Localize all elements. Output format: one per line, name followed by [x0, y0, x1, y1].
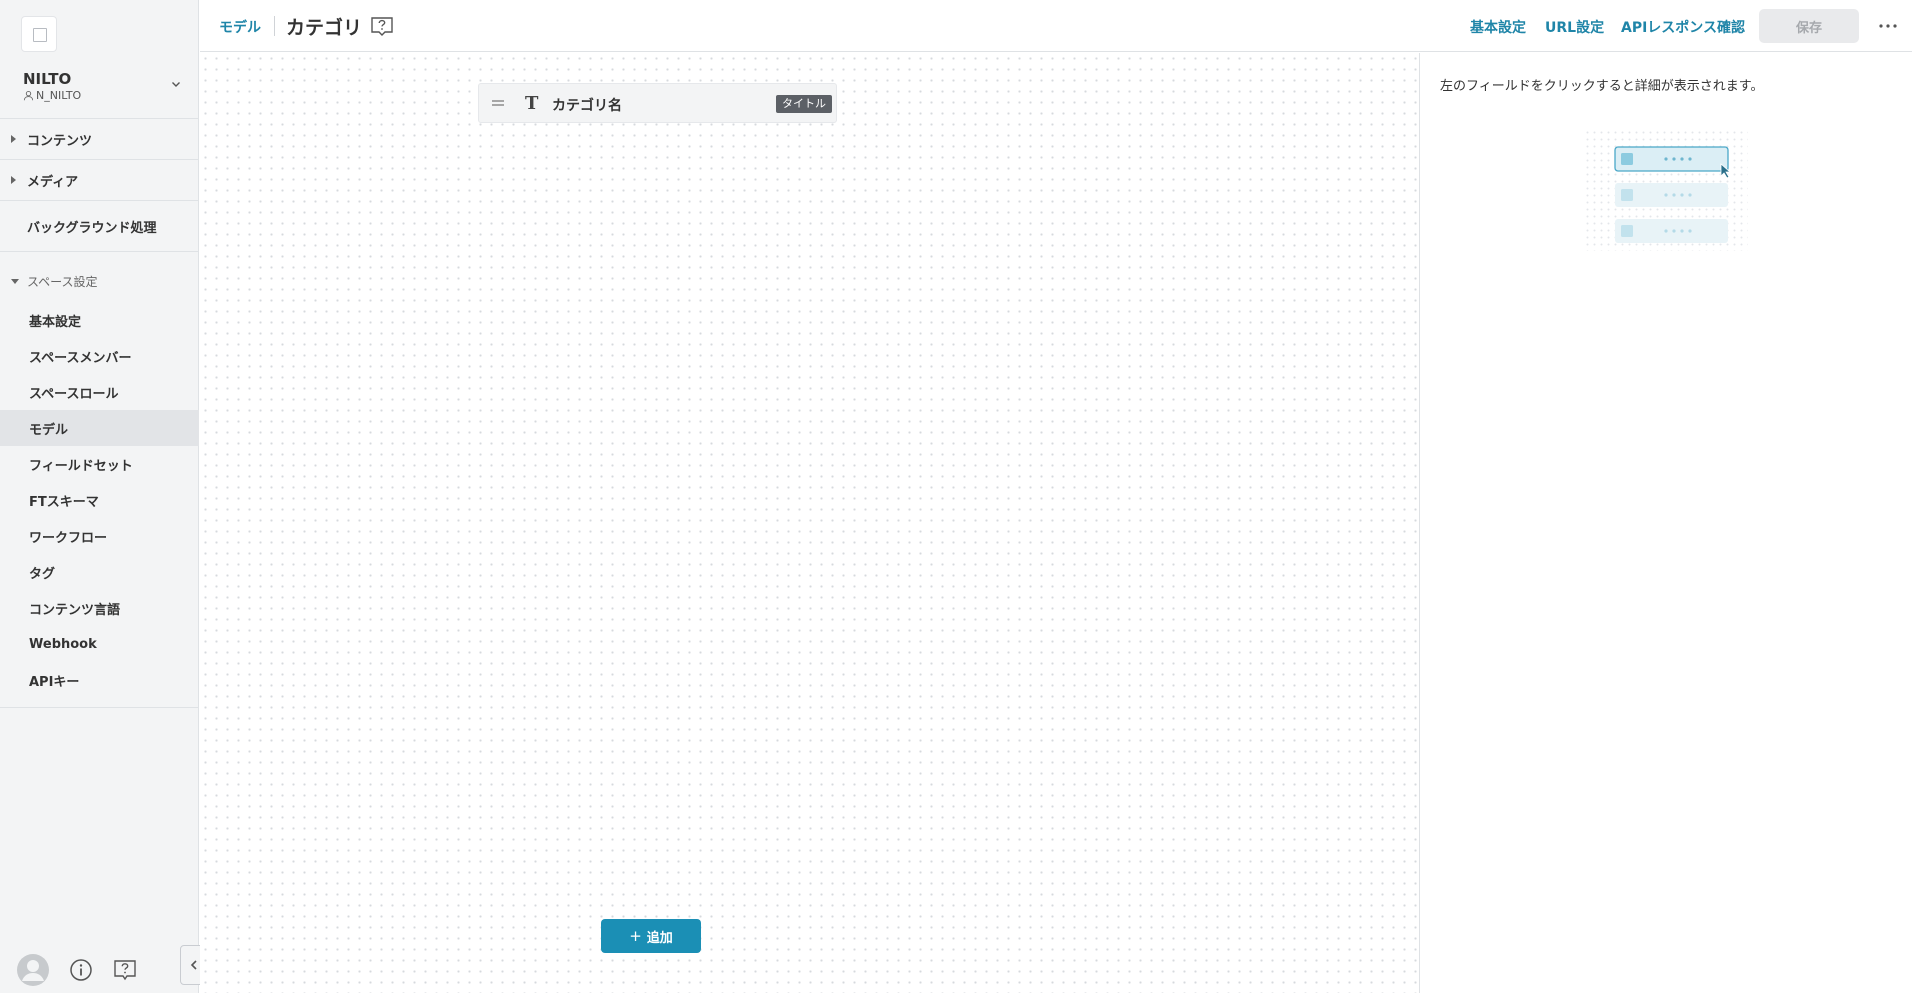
help-icon[interactable]: [370, 15, 394, 39]
nav-space-settings-label: スペース設定: [27, 274, 98, 289]
divider: [0, 200, 199, 201]
sidebar: NILTO N_NILTO コンテンツ メディア バックグラウンド処理 スペース…: [0, 0, 199, 993]
field-name: カテゴリ名: [552, 98, 622, 114]
nav-contents-label: コンテンツ: [27, 133, 93, 149]
sidebar-item-label: Webhook: [29, 636, 97, 652]
nav-media-label: メディア: [27, 174, 79, 190]
sidebar-item-tags[interactable]: タグ: [0, 554, 199, 590]
basic-settings-link[interactable]: 基本設定: [1470, 17, 1526, 37]
help-icon[interactable]: [112, 958, 138, 982]
space-name: NILTO: [23, 70, 72, 88]
avatar-icon[interactable]: [16, 953, 50, 987]
caret-right-icon: [11, 135, 16, 143]
sidebar-item-space-members[interactable]: スペースメンバー: [0, 338, 199, 374]
panel-hint-text: 左のフィールドをクリックすると詳細が表示されます。: [1440, 79, 1764, 94]
url-settings-link[interactable]: URL設定: [1545, 17, 1604, 37]
sidebar-item-ft-schema[interactable]: FTスキーマ: [0, 482, 199, 518]
user-icon: [23, 91, 34, 101]
model-canvas: T カテゴリ名 タイトル + 追加: [200, 53, 1419, 993]
sidebar-item-content-languages[interactable]: コンテンツ言語: [0, 590, 199, 626]
sidebar-item-fieldsets[interactable]: フィールドセット: [0, 446, 199, 482]
space-logo[interactable]: [21, 16, 57, 52]
add-field-button[interactable]: + 追加: [601, 919, 701, 953]
drag-handle-icon[interactable]: [491, 97, 505, 109]
sidebar-item-label: タグ: [29, 566, 56, 582]
caret-right-icon: [11, 176, 16, 184]
space-user: N_NILTO: [23, 89, 81, 102]
sidebar-item-label: FTスキーマ: [29, 494, 99, 510]
sidebar-footer: [0, 945, 199, 993]
nav-media[interactable]: メディア: [0, 162, 199, 198]
sidebar-item-label: ワークフロー: [29, 530, 108, 546]
field-list-illustration: [1586, 131, 1748, 251]
sidebar-item-label: フィールドセット: [29, 458, 133, 474]
field-card[interactable]: T カテゴリ名 タイトル: [478, 83, 837, 123]
sidebar-item-label: APIキー: [29, 674, 80, 690]
sidebar-item-api-keys[interactable]: APIキー: [0, 662, 199, 698]
sidebar-item-webhook[interactable]: Webhook: [0, 626, 199, 662]
divider: [0, 118, 199, 119]
sidebar-item-label: コンテンツ言語: [29, 602, 121, 618]
divider: [0, 251, 199, 252]
add-field-label: 追加: [646, 930, 673, 946]
caret-down-icon: [11, 279, 19, 284]
chevron-down-icon: [172, 82, 180, 87]
app-root: NILTO N_NILTO コンテンツ メディア バックグラウンド処理 スペース…: [0, 0, 1912, 993]
nav-space-settings[interactable]: スペース設定: [0, 263, 199, 299]
sidebar-item-space-roles[interactable]: スペースロール: [0, 374, 199, 410]
sidebar-item-basic-settings[interactable]: 基本設定: [0, 302, 199, 338]
save-button[interactable]: 保存: [1759, 9, 1859, 43]
divider: [0, 707, 199, 708]
top-header: モデル カテゴリ 基本設定 URL設定 APIレスポンス確認 保存: [200, 0, 1912, 52]
sidebar-item-label: スペースロール: [29, 386, 119, 402]
title-badge: タイトル: [776, 95, 832, 113]
sidebar-item-workflow[interactable]: ワークフロー: [0, 518, 199, 554]
nav-background-label: バックグラウンド処理: [27, 220, 157, 236]
space-switcher[interactable]: NILTO N_NILTO: [0, 64, 199, 110]
page-title: カテゴリ: [286, 17, 363, 39]
chevron-left-icon: [190, 960, 197, 970]
detail-panel: 左のフィールドをクリックすると詳細が表示されます。: [1419, 53, 1912, 993]
space-user-name: N_NILTO: [36, 89, 82, 102]
text-type-icon: T: [525, 93, 539, 114]
sidebar-item-label: 基本設定: [29, 314, 82, 330]
breadcrumb-separator: [274, 16, 275, 36]
info-icon[interactable]: [69, 958, 93, 982]
api-response-link[interactable]: APIレスポンス確認: [1621, 17, 1745, 37]
nav-background[interactable]: バックグラウンド処理: [0, 208, 199, 244]
sidebar-item-models[interactable]: モデル: [0, 410, 199, 446]
nav-contents[interactable]: コンテンツ: [0, 121, 199, 157]
divider: [0, 159, 199, 160]
sidebar-item-label: モデル: [29, 422, 69, 438]
more-icon[interactable]: [1876, 17, 1900, 35]
breadcrumb-model-link[interactable]: モデル: [219, 17, 261, 37]
sidebar-item-label: スペースメンバー: [29, 350, 132, 366]
plus-icon: +: [629, 927, 642, 945]
